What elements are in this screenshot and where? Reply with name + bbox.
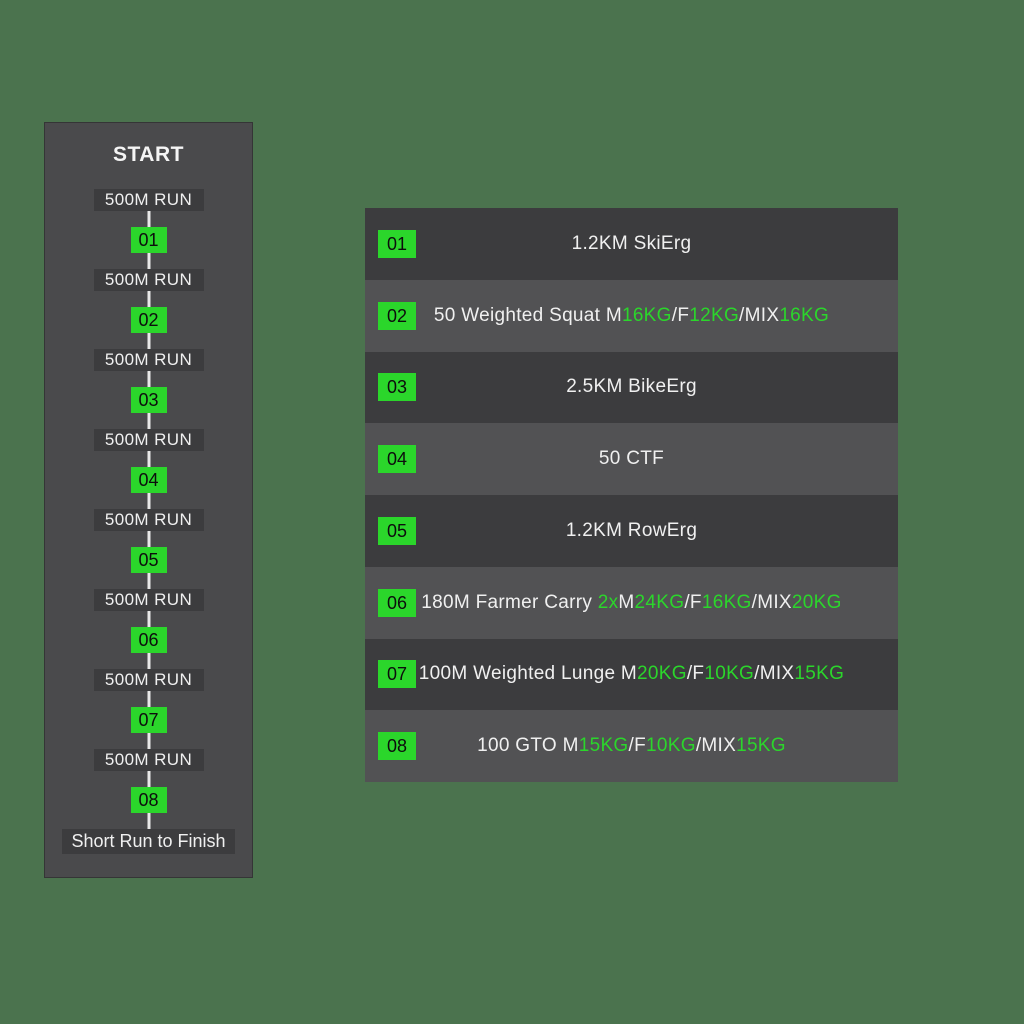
station-number-badge: 08 bbox=[378, 732, 416, 760]
weight-value: 20KG bbox=[637, 663, 687, 684]
station-row: 06 180M Farmer Carry 2xM24KG/F16KG/MIX20… bbox=[365, 567, 898, 639]
description-text: M bbox=[618, 592, 634, 613]
station-number-badge: 06 bbox=[378, 589, 416, 617]
course-station-badge: 06 bbox=[131, 627, 167, 653]
description-text: /MIX bbox=[752, 592, 792, 613]
description-text: 50 CTF bbox=[599, 448, 664, 469]
course-station-badge: 08 bbox=[131, 787, 167, 813]
weight-value: 16KG bbox=[622, 305, 672, 326]
course-station-badge: 04 bbox=[131, 467, 167, 493]
run-segment-label: 500M RUN bbox=[94, 349, 204, 371]
description-text: 100 GTO M bbox=[477, 735, 579, 756]
course-station-badge: 02 bbox=[131, 307, 167, 333]
weight-value: 15KG bbox=[794, 663, 844, 684]
run-segment-label: 500M RUN bbox=[94, 589, 204, 611]
run-segment-label: 500M RUN bbox=[94, 189, 204, 211]
weight-value: 15KG bbox=[736, 735, 786, 756]
run-segment-label: 500M RUN bbox=[94, 749, 204, 771]
station-number-badge: 05 bbox=[378, 517, 416, 545]
weight-value: 10KG bbox=[646, 735, 696, 756]
station-row: 07 100M Weighted Lunge M20KG/F10KG/MIX15… bbox=[365, 639, 898, 711]
course-panel: START 500M RUN 01 500M RUN 02 500M RUN 0… bbox=[44, 122, 253, 878]
station-description: 180M Farmer Carry 2xM24KG/F16KG/MIX20KG bbox=[421, 592, 841, 614]
description-text: 50 Weighted Squat M bbox=[434, 305, 622, 326]
station-description: 50 CTF bbox=[599, 448, 664, 470]
description-text: 180M Farmer Carry bbox=[421, 592, 597, 613]
station-row: 08 100 GTO M15KG/F10KG/MIX15KG bbox=[365, 710, 898, 782]
course-station-badge: 07 bbox=[131, 707, 167, 733]
station-number-badge: 01 bbox=[378, 230, 416, 258]
station-description: 100M Weighted Lunge M20KG/F10KG/MIX15KG bbox=[419, 663, 844, 685]
course-station-badge: 05 bbox=[131, 547, 167, 573]
weight-value: 12KG bbox=[689, 305, 739, 326]
description-text: 1.2KM SkiErg bbox=[572, 233, 692, 254]
course-station-badge: 01 bbox=[131, 227, 167, 253]
station-row: 04 50 CTF bbox=[365, 423, 898, 495]
station-description: 1.2KM RowErg bbox=[566, 520, 697, 542]
description-text: /F bbox=[687, 663, 705, 684]
weight-value: 20KG bbox=[792, 592, 842, 613]
description-text: 2.5KM BikeErg bbox=[566, 376, 697, 397]
station-number-badge: 03 bbox=[378, 373, 416, 401]
station-row: 03 2.5KM BikeErg bbox=[365, 352, 898, 424]
description-text: /MIX bbox=[696, 735, 736, 756]
description-text: /F bbox=[684, 592, 702, 613]
station-row: 05 1.2KM RowErg bbox=[365, 495, 898, 567]
run-segment-label: 500M RUN bbox=[94, 669, 204, 691]
weight-value: 16KG bbox=[779, 305, 829, 326]
course-finish-label: Short Run to Finish bbox=[62, 829, 234, 854]
race-infographic: START 500M RUN 01 500M RUN 02 500M RUN 0… bbox=[0, 0, 1024, 1024]
description-text: 100M Weighted Lunge M bbox=[419, 663, 637, 684]
run-segment-label: 500M RUN bbox=[94, 429, 204, 451]
description-text: /F bbox=[629, 735, 647, 756]
station-description: 50 Weighted Squat M16KG/F12KG/MIX16KG bbox=[434, 305, 829, 327]
course-start-title: START bbox=[113, 143, 184, 167]
station-row: 01 1.2KM SkiErg bbox=[365, 208, 898, 280]
weight-value: 10KG bbox=[704, 663, 754, 684]
station-number-badge: 07 bbox=[378, 660, 416, 688]
weight-value: 15KG bbox=[579, 735, 629, 756]
description-text: 1.2KM RowErg bbox=[566, 520, 697, 541]
description-text: /F bbox=[672, 305, 690, 326]
weight-value: 2x bbox=[598, 592, 619, 613]
station-row: 02 50 Weighted Squat M16KG/F12KG/MIX16KG bbox=[365, 280, 898, 352]
station-description: 1.2KM SkiErg bbox=[572, 233, 692, 255]
course-station-badge: 03 bbox=[131, 387, 167, 413]
run-segment-label: 500M RUN bbox=[94, 509, 204, 531]
weight-value: 24KG bbox=[635, 592, 685, 613]
description-text: /MIX bbox=[754, 663, 794, 684]
stations-panel: 01 1.2KM SkiErg 02 50 Weighted Squat M16… bbox=[365, 208, 898, 782]
description-text: /MIX bbox=[739, 305, 779, 326]
weight-value: 16KG bbox=[702, 592, 752, 613]
run-segment-label: 500M RUN bbox=[94, 269, 204, 291]
station-number-badge: 02 bbox=[378, 302, 416, 330]
course-track: 500M RUN 01 500M RUN 02 500M RUN 03 500M… bbox=[94, 189, 204, 829]
station-description: 100 GTO M15KG/F10KG/MIX15KG bbox=[477, 735, 786, 757]
station-number-badge: 04 bbox=[378, 445, 416, 473]
station-description: 2.5KM BikeErg bbox=[566, 376, 697, 398]
